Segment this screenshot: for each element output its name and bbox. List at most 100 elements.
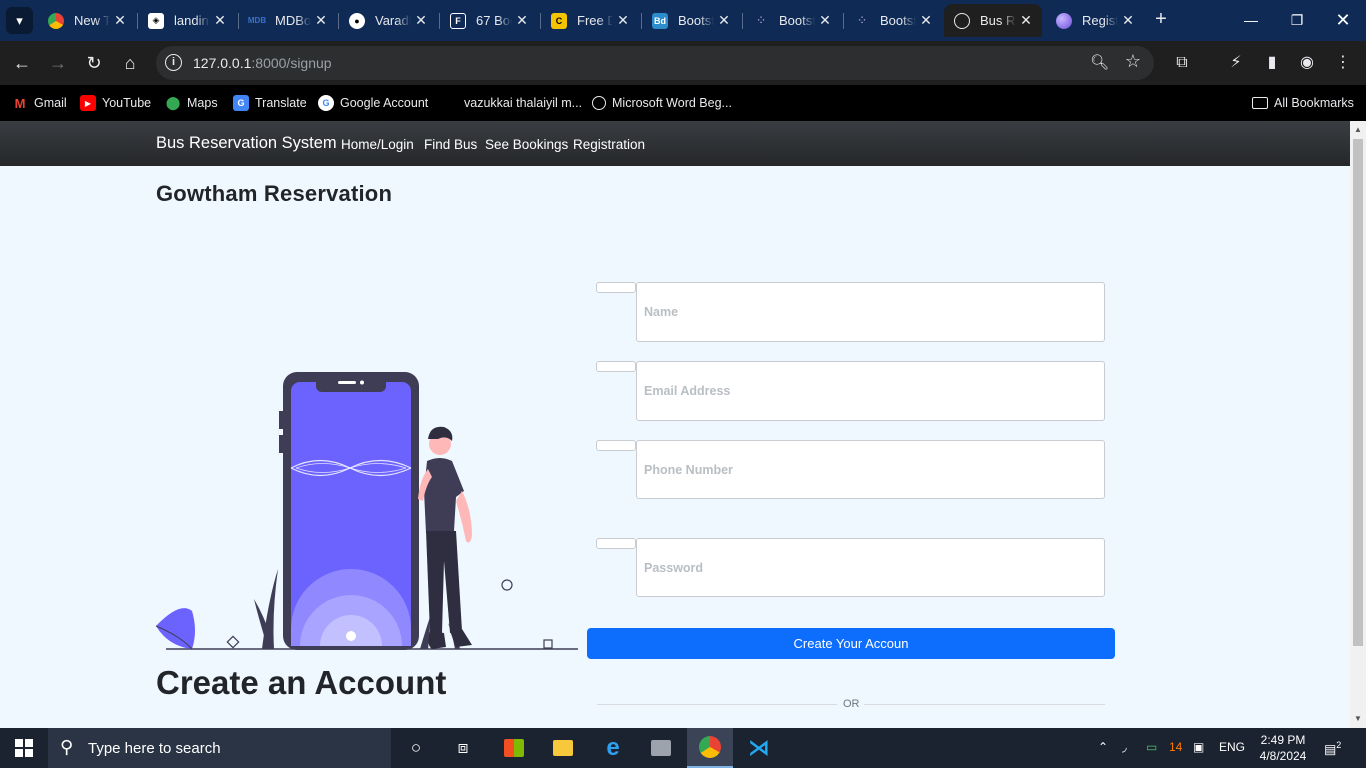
close-icon[interactable]: ✕	[916, 12, 936, 29]
edge-icon[interactable]: e	[590, 728, 636, 768]
taskbar-search[interactable]: ⚲ Type here to search	[48, 728, 391, 768]
tab-67-bootstrap[interactable]: F 67 Bootstrap ✕	[440, 4, 538, 37]
url-text[interactable]: 127.0.0.1:8000/signup	[193, 55, 332, 71]
close-icon[interactable]: ✕	[210, 12, 230, 29]
zoom-icon[interactable]: 🔍︎	[1090, 53, 1109, 71]
phone-input[interactable]	[636, 440, 1105, 499]
tab-bootstrap-1[interactable]: Bd Bootstrap ✕	[642, 4, 740, 37]
display-icon[interactable]: ▣	[1193, 740, 1204, 754]
f-icon: F	[450, 12, 466, 29]
bookmark-gmail[interactable]: M Gmail	[12, 94, 67, 112]
scroll-up-icon[interactable]: ▲	[1354, 125, 1362, 134]
page-scrollbar[interactable]: ▲ ▼	[1350, 121, 1366, 728]
restore-icon[interactable]: ❐	[1274, 0, 1320, 40]
forward-icon[interactable]: →	[46, 51, 70, 75]
menu-icon[interactable]: ⋮	[1332, 52, 1354, 74]
close-icon[interactable]: ✕	[110, 12, 130, 29]
battery-icon[interactable]: ▭	[1146, 740, 1157, 754]
file-explorer-icon[interactable]	[540, 728, 586, 768]
search-icon: ⚲	[60, 737, 74, 757]
tab-github[interactable]: ● Varadharajan ✕	[339, 4, 437, 37]
app-icon[interactable]	[638, 728, 684, 768]
notification-center[interactable]: ▤2	[1324, 740, 1341, 757]
profile-avatar[interactable]: ◉	[1296, 52, 1318, 74]
site-navbar: Bus Reservation System Home/Login Find B…	[0, 121, 1350, 166]
home-icon[interactable]: ⌂	[118, 51, 142, 75]
phone-label-box	[596, 440, 636, 451]
reload-icon[interactable]: ↻	[82, 51, 106, 75]
tab-title: Bootstrap	[779, 13, 815, 28]
bookmark-star-icon[interactable]: ☆	[1125, 51, 1141, 72]
site-brand[interactable]: Bus Reservation System	[156, 134, 337, 153]
nav-find-bus[interactable]: Find Bus	[424, 137, 477, 152]
translate-icon: G	[233, 95, 249, 111]
cortana-icon[interactable]: ○	[393, 728, 439, 768]
new-tab-button[interactable]: +	[1150, 9, 1172, 31]
tab-new-tab[interactable]: New Tab ✕	[38, 4, 136, 37]
close-icon[interactable]: ✕	[815, 12, 835, 29]
mdb-icon: MDB	[247, 16, 267, 25]
tab-title: Free Download	[577, 13, 613, 28]
password-label-box	[596, 538, 636, 549]
back-icon[interactable]: ←	[10, 51, 34, 75]
tab-landing[interactable]: ◈ landing ✕	[138, 4, 236, 37]
task-view-icon[interactable]: ⧈	[440, 728, 486, 768]
close-window-icon[interactable]: ✕	[1320, 0, 1366, 40]
web-page: Bus Reservation System Home/Login Find B…	[0, 121, 1350, 728]
tray-chevron-icon[interactable]: ⌃	[1098, 740, 1108, 754]
nav-home-login[interactable]: Home/Login	[341, 137, 414, 152]
bd-icon: Bd	[652, 12, 668, 29]
side-panel-icon[interactable]: ▮	[1261, 52, 1283, 74]
tab-registration[interactable]: Registration ✕	[1046, 4, 1144, 37]
chrome-taskbar-icon[interactable]	[687, 728, 733, 768]
nav-see-bookings[interactable]: See Bookings	[485, 137, 568, 152]
windows-logo-icon	[15, 739, 33, 757]
bookmark-maps[interactable]: ⬤ Maps	[165, 94, 218, 112]
tray-badge[interactable]: 14	[1169, 740, 1182, 754]
close-icon[interactable]: ✕	[411, 12, 431, 29]
tab-search-button[interactable]: ▾	[6, 7, 33, 34]
nav-registration[interactable]: Registration	[573, 137, 645, 152]
close-icon[interactable]: ✕	[714, 12, 734, 29]
store-icon[interactable]	[491, 728, 537, 768]
or-divider-text: OR	[843, 698, 860, 710]
maps-icon: ⬤	[165, 95, 181, 110]
all-bookmarks[interactable]: All Bookmarks	[1252, 94, 1354, 112]
bookmark-translate[interactable]: G Translate	[233, 94, 307, 112]
close-icon[interactable]: ✕	[311, 12, 331, 29]
create-account-button[interactable]: Create Your Accoun	[587, 628, 1115, 659]
bookmark-google-account[interactable]: G Google Account	[318, 94, 428, 112]
bookmark-vazukkai[interactable]: vazukkai thalaiyil m...	[464, 94, 582, 112]
bookmark-youtube[interactable]: ▶ YouTube	[80, 94, 151, 112]
language-indicator[interactable]: ENG	[1219, 740, 1245, 754]
address-bar[interactable]: i 127.0.0.1:8000/signup 🔍︎ ☆	[156, 46, 1154, 80]
minimize-icon[interactable]: —	[1228, 0, 1274, 40]
bookmarks-bar: M Gmail ▶ YouTube ⬤ Maps G Translate G Google…	[0, 85, 1366, 121]
clock-time: 2:49 PM	[1260, 733, 1306, 747]
scrollbar-thumb[interactable]	[1353, 139, 1363, 646]
close-icon[interactable]: ✕	[1118, 12, 1138, 29]
tab-title: New Tab	[74, 13, 110, 28]
email-input[interactable]	[636, 361, 1105, 421]
tab-bootstrap-3[interactable]: ⁘ Bootstrap ✕	[844, 4, 942, 37]
divider-right	[864, 704, 1105, 705]
scroll-down-icon[interactable]: ▼	[1354, 714, 1362, 723]
password-input[interactable]	[636, 538, 1105, 597]
tab-mdbootstrap[interactable]: MDB MDBootstrap ✕	[239, 4, 337, 37]
name-input[interactable]	[636, 282, 1105, 342]
performance-icon[interactable]: ⚡	[1225, 52, 1247, 74]
extensions-icon[interactable]: ⧉	[1171, 52, 1193, 74]
clock[interactable]: 2:49 PM 4/8/2024	[1258, 732, 1308, 764]
vscode-icon[interactable]: ⋊	[736, 728, 782, 768]
site-info-icon[interactable]: i	[165, 54, 182, 71]
network-icon[interactable]: ◞	[1122, 740, 1127, 754]
tab-bus-reservation[interactable]: Bus Reservation ✕	[944, 4, 1042, 37]
tab-free-download[interactable]: C Free Download ✕	[541, 4, 639, 37]
close-icon[interactable]: ✕	[613, 12, 633, 29]
bookmark-microsoft-word[interactable]: Microsoft Word Beg...	[592, 94, 732, 112]
close-icon[interactable]: ✕	[512, 12, 532, 29]
tab-bootstrap-2[interactable]: ⁘ Bootstrap ✕	[743, 4, 841, 37]
tab-title: Bootstrap	[678, 13, 714, 28]
start-button[interactable]	[0, 728, 48, 768]
close-icon[interactable]: ✕	[1016, 12, 1036, 29]
